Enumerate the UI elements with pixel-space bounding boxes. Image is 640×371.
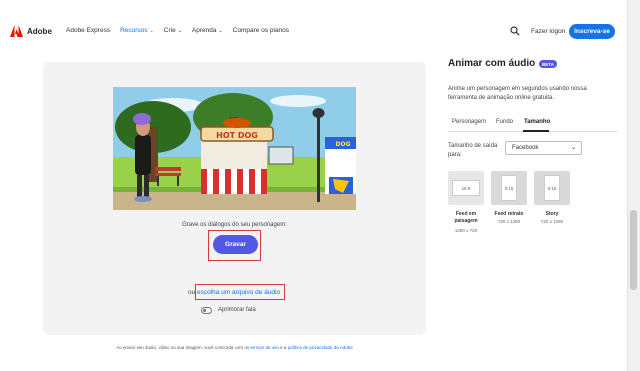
record-button[interactable]: Gravar	[213, 235, 258, 254]
format-name: Feed retrato	[494, 211, 524, 217]
nav-crie[interactable]: Crie ⌄	[164, 27, 182, 34]
login-link[interactable]: Fazer logon	[531, 28, 565, 35]
nav-adobe-express[interactable]: Adobe Express	[66, 27, 110, 34]
terms-of-use-link[interactable]: termos de uso	[250, 345, 279, 350]
select-value: Facebook	[512, 145, 539, 151]
nav-aprenda[interactable]: Aprenda ⌄	[192, 27, 223, 34]
adobe-logo-icon	[10, 25, 23, 37]
search-icon[interactable]	[510, 26, 520, 36]
nav-label: Adobe Express	[66, 27, 111, 34]
format-portrait-feed[interactable]: 9:16	[491, 171, 527, 205]
nav-label: Compare os planos	[232, 27, 290, 34]
beta-badge: BETA	[539, 60, 557, 68]
consent-mid: e a	[280, 345, 287, 350]
chevron-down-icon: ⌄	[570, 145, 576, 151]
enhance-speech-toggle[interactable]	[201, 307, 212, 314]
output-size-label: Tamanho de saída para:	[448, 143, 498, 158]
right-stand-sign-text: DOG	[335, 141, 350, 148]
tab-fundo[interactable]: Fundo	[496, 119, 513, 125]
format-name: Feed em paisagem	[454, 211, 478, 224]
nav-compare-plans[interactable]: Compare os planos	[233, 27, 289, 34]
chevron-down-icon: ⌄	[177, 27, 182, 34]
top-nav-bar: Adobe Adobe Express Recursos ⌄ Crie ⌄ Apre…	[0, 0, 627, 62]
format-landscape-feed[interactable]: 16:9	[448, 171, 484, 205]
active-tab-indicator	[523, 130, 549, 132]
tab-personagem[interactable]: Personagem	[452, 119, 486, 125]
format-dimensions: 720 x 1280	[497, 219, 521, 224]
enhance-speech-label: Aprimorar fala	[218, 307, 256, 313]
brand-name: Adobe	[27, 26, 52, 36]
chevron-down-icon: ⌄	[218, 27, 223, 34]
stand-sign-text: HOT DOG	[216, 131, 258, 140]
page-scrollbar[interactable]	[627, 0, 640, 371]
format-dimensions: 720 x 1280	[540, 219, 564, 224]
nav-label: Crie	[163, 27, 176, 34]
panel-title: Animar com áudio	[448, 58, 536, 69]
nav-label: Aprenda	[191, 27, 217, 34]
chevron-down-icon: ⌄	[149, 27, 154, 34]
privacy-policy-link[interactable]: política de privacidade da Adobe	[288, 345, 353, 350]
format-dimensions: 1280 x 720	[454, 228, 478, 233]
nav-recursos[interactable]: Recursos ⌄	[120, 27, 154, 34]
format-name: Story	[545, 211, 559, 217]
panel-description: Anime um personagem em segundos usando n…	[448, 86, 587, 101]
output-size-select[interactable]: Facebook ⌄	[505, 141, 582, 155]
adobe-logo[interactable]: Adobe	[10, 25, 52, 37]
nav-label: Recursos	[120, 27, 148, 34]
format-preview: 9:16	[501, 175, 517, 201]
consent-text: Ao enviar seu áudio, vídeo ou sua imagem…	[0, 345, 469, 350]
signup-button[interactable]: Inscreva-se	[569, 24, 615, 39]
consent-prefix: Ao enviar seu áudio, vídeo ou sua imagem…	[116, 345, 250, 350]
tab-tamanho[interactable]: Tamanho	[524, 119, 550, 125]
scrollbar-thumb[interactable]	[630, 210, 637, 290]
main-nav: Adobe Express Recursos ⌄ Crie ⌄ Aprenda ⌄ C…	[66, 27, 289, 34]
format-preview: 9:16	[544, 175, 560, 201]
choose-audio-file-link[interactable]: escolha um arquivo de áudio	[197, 289, 280, 296]
format-story[interactable]: 9:16	[534, 171, 570, 205]
format-preview: 16:9	[452, 180, 480, 196]
record-instruction: Grave os diálogos do seu personagem:	[182, 222, 287, 228]
character-scene-preview: HOT DOG DOG	[113, 87, 356, 210]
